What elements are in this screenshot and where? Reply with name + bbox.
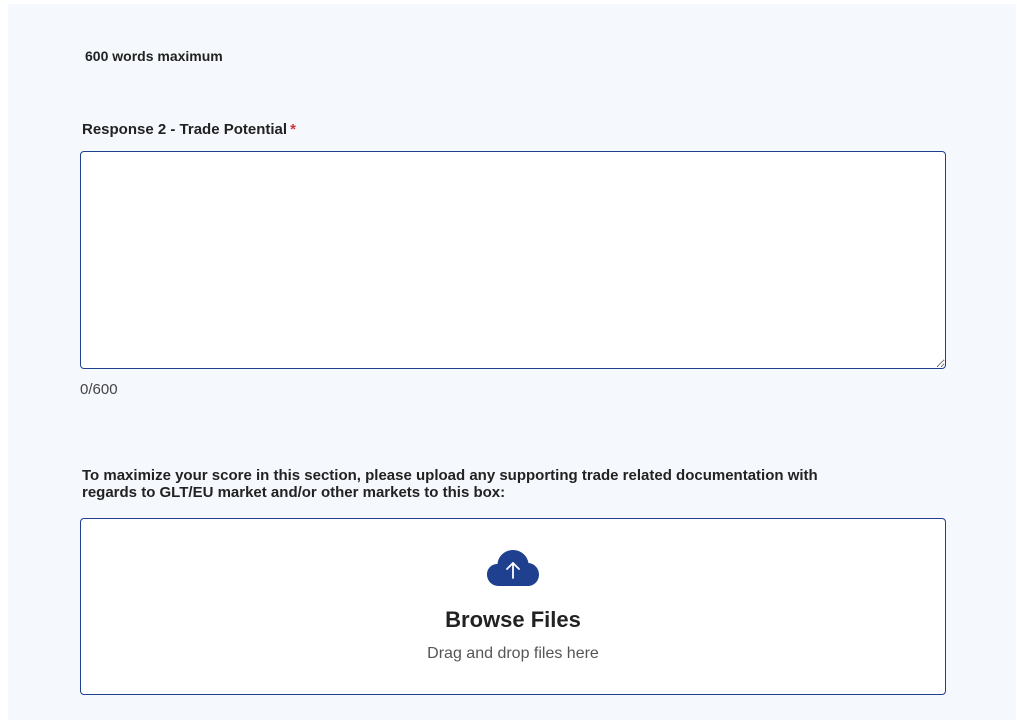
cloud-upload-icon[interactable] <box>486 549 540 587</box>
trade-potential-textarea[interactable] <box>80 151 946 369</box>
browse-files-label[interactable]: Browse Files <box>81 607 945 633</box>
required-marker: * <box>290 121 296 138</box>
drag-drop-hint: Drag and drop files here <box>427 645 599 662</box>
word-limit-note: 600 words maximum <box>85 48 223 64</box>
upload-instructions: To maximize your score in this section, … <box>82 467 818 501</box>
response-field-label: Response 2 - Trade Potential * <box>82 121 296 138</box>
word-counter: 0/600 <box>80 381 118 398</box>
response-field-label-text: Response 2 - Trade Potential <box>82 121 288 138</box>
file-dropzone[interactable]: Browse Files Drag and drop files here <box>80 518 946 695</box>
